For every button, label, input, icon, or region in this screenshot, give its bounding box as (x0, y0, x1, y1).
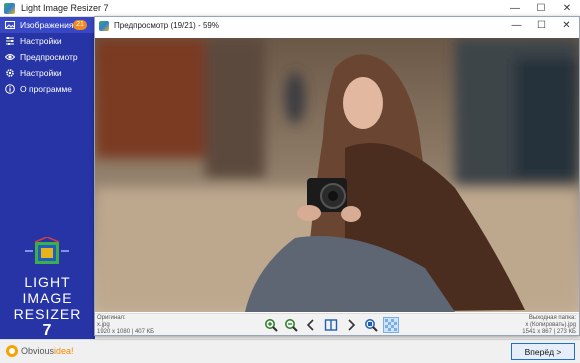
logo-line-1: LIGHT (24, 274, 71, 290)
sidebar-item-label: Изображения (20, 20, 74, 30)
output-name: x (Копировать).jpg (525, 322, 576, 328)
images-icon (5, 20, 15, 30)
sidebar: Изображения 21 Настройки Предпросмотр На… (0, 17, 95, 339)
original-info: Оригинал: x.jpg 1920 x 1080 | 407 КБ (97, 315, 155, 335)
preview-toolbar (263, 317, 403, 333)
preview-minimize-icon[interactable]: — (504, 17, 529, 34)
sidebar-item-label: Настройки (20, 68, 62, 78)
close-icon[interactable]: ✕ (554, 0, 580, 17)
sidebar-item-options[interactable]: Настройки (0, 65, 95, 81)
preview-close-icon[interactable]: ✕ (554, 17, 579, 34)
app-logo-icon (20, 236, 74, 267)
logo-line-2: IMAGE (22, 290, 73, 306)
output-info: Выходная папка: x (Копировать).jpg 1541 … (522, 315, 576, 335)
preview-footer: Оригинал: x.jpg 1920 x 1080 | 407 КБ Вых… (95, 313, 579, 335)
bottom-bar: Obvious idea! Вперёд > (0, 339, 580, 363)
original-dims: 1920 x 1080 (97, 329, 131, 335)
app-title: Light Image Resizer 7 (21, 3, 109, 13)
minimize-icon[interactable]: — (502, 0, 528, 17)
app-icon (4, 2, 15, 14)
image-count-badge: 21 (73, 20, 87, 30)
output-size: 273 КБ (556, 329, 576, 335)
info-icon (5, 84, 15, 94)
brand-name-a: Obvious (21, 346, 55, 356)
output-dims: 1541 x 867 (522, 329, 552, 335)
next-icon[interactable] (343, 317, 359, 333)
original-label: Оригинал: (97, 315, 126, 321)
eye-icon (5, 52, 15, 62)
brand-logo[interactable]: Obvious idea! (6, 345, 74, 357)
preview-titlebar: Предпросмотр (19/21) - 59% — ☐ ✕ (95, 17, 579, 34)
preview-maximize-icon[interactable]: ☐ (529, 17, 554, 34)
brand-name-b: idea! (54, 346, 74, 356)
zoom-in-icon[interactable] (263, 317, 279, 333)
logo-line-3: RESIZER (13, 306, 82, 322)
next-button[interactable]: Вперёд > (511, 343, 575, 360)
sidebar-item-label: О программе (20, 84, 73, 94)
sidebar-item-label: Настройки (20, 36, 62, 46)
checker-icon[interactable] (383, 317, 399, 333)
sliders-icon (5, 36, 15, 46)
original-name: x.jpg (97, 322, 110, 328)
preview-app-icon (99, 20, 109, 31)
maximize-icon[interactable]: ☐ (528, 0, 554, 17)
sidebar-item-images[interactable]: Изображения 21 (0, 17, 95, 33)
prev-icon[interactable] (303, 317, 319, 333)
app-titlebar: Light Image Resizer 7 — ☐ ✕ (0, 0, 580, 17)
compare-icon[interactable] (323, 317, 339, 333)
sidebar-item-about[interactable]: О программе (0, 81, 95, 97)
sidebar-item-label: Предпросмотр (20, 52, 78, 62)
sidebar-item-preview[interactable]: Предпросмотр (0, 49, 95, 65)
brand-icon (6, 345, 18, 357)
sidebar-item-settings[interactable]: Настройки (0, 33, 95, 49)
output-label: Выходная папка: (528, 315, 576, 321)
original-size: 407 КБ (134, 329, 155, 335)
gear-icon (5, 68, 15, 78)
preview-image[interactable] (95, 38, 579, 312)
preview-title: Предпросмотр (19/21) - 59% (114, 21, 219, 30)
preview-window: Предпросмотр (19/21) - 59% — ☐ ✕ Оригина… (94, 16, 580, 336)
logo-version: 7 (42, 322, 53, 339)
zoom-fit-icon[interactable] (363, 317, 379, 333)
zoom-out-icon[interactable] (283, 317, 299, 333)
